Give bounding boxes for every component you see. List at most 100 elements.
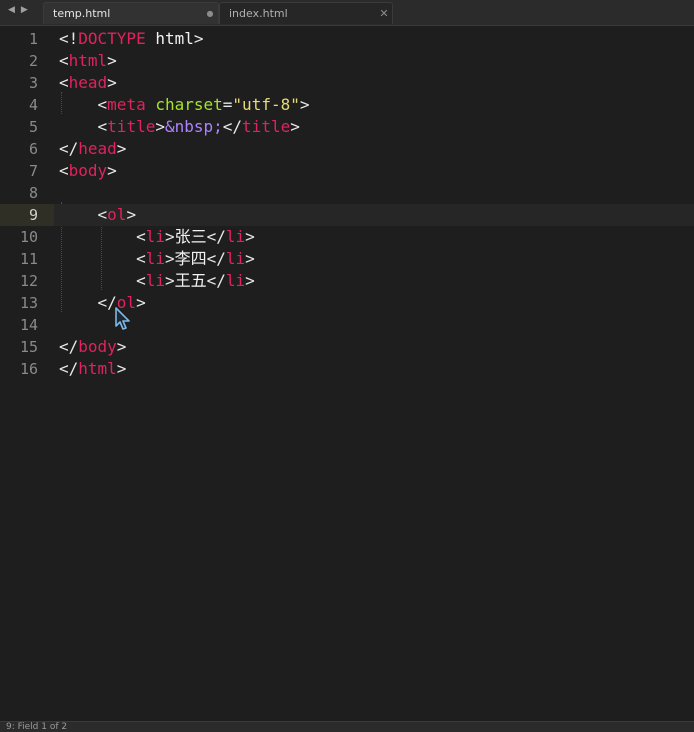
tab-index-html[interactable]: index.html ✕ xyxy=(219,2,393,24)
code-token: </ xyxy=(206,271,226,290)
code-content: <li>张三</li> xyxy=(59,226,255,248)
code-line[interactable]: 3 <head> xyxy=(0,72,694,94)
code-token: > xyxy=(299,95,310,114)
code-content: <li>王五</li> xyxy=(59,270,255,292)
line-number: 14 xyxy=(19,316,38,334)
code-content: <body> xyxy=(59,160,117,182)
tab-label: temp.html xyxy=(53,7,111,20)
line-number: 8 xyxy=(28,184,38,202)
code-token: html xyxy=(78,359,117,378)
code-token: > xyxy=(164,249,175,268)
code-content: <!DOCTYPE html> xyxy=(59,28,204,50)
code-line[interactable]: 1 <!DOCTYPE html> xyxy=(0,28,694,50)
code-token: > xyxy=(245,227,255,246)
code-content: </head> xyxy=(59,138,126,160)
tab-navigation: ◀ ▶ xyxy=(8,5,28,15)
code-content: </ol> xyxy=(59,292,146,314)
code-token: > xyxy=(164,271,175,290)
code-token: </ xyxy=(59,139,79,158)
unsaved-dot-icon[interactable]: ● xyxy=(202,9,218,18)
code-token: body xyxy=(68,161,108,180)
tab-temp-html[interactable]: temp.html ● xyxy=(43,2,219,24)
code-content: <head> xyxy=(59,72,117,94)
code-line[interactable]: 10 <li>张三</li> xyxy=(0,226,694,248)
code-token: = xyxy=(222,95,233,114)
code-token: charset xyxy=(155,95,223,114)
code-token: head xyxy=(68,73,108,92)
code-token: </ xyxy=(206,249,226,268)
status-text: 9: Field 1 of 2 xyxy=(6,722,68,732)
code-token: title xyxy=(107,117,156,136)
code-content: <html> xyxy=(59,50,117,72)
code-token: > xyxy=(116,139,127,158)
scroll-tabs-right-icon[interactable]: ▶ xyxy=(21,5,28,15)
tab-label: index.html xyxy=(229,7,288,20)
line-number: 13 xyxy=(19,294,38,312)
status-bar: 9: Field 1 of 2 xyxy=(0,721,694,732)
code-token: html xyxy=(145,29,194,48)
code-token: </ xyxy=(222,117,243,136)
line-number: 16 xyxy=(19,360,38,378)
code-token: > xyxy=(126,205,137,224)
code-content: <li>李四</li> xyxy=(59,248,255,270)
arrow-cursor-icon xyxy=(115,307,130,330)
code-line[interactable]: 11 <li>李四</li> xyxy=(0,248,694,270)
code-token: body xyxy=(78,337,117,356)
code-token: li xyxy=(225,271,246,290)
code-token: > xyxy=(107,161,117,180)
code-token: < xyxy=(136,271,146,290)
code-token: 李四 xyxy=(174,249,207,268)
editor-window: ◀ ▶ temp.html ● index.html ✕ 1 <!DOCTYPE … xyxy=(0,0,694,732)
code-token: title xyxy=(242,117,291,136)
code-token: </ xyxy=(59,359,79,378)
code-token: < xyxy=(136,249,146,268)
code-token: < xyxy=(97,117,108,136)
code-token: </ xyxy=(206,227,226,246)
code-line[interactable]: 9 <ol> xyxy=(0,204,694,226)
code-token: > xyxy=(193,29,204,48)
code-line[interactable]: 7 <body> xyxy=(0,160,694,182)
code-token: 张三 xyxy=(174,227,207,246)
code-token: ol xyxy=(107,205,127,224)
code-token: > xyxy=(245,249,255,268)
code-line[interactable]: 12 <li>王五</li> xyxy=(0,270,694,292)
code-token: li xyxy=(145,227,165,246)
code-token: < xyxy=(59,73,69,92)
code-line[interactable]: 16 </html> xyxy=(0,358,694,380)
code-token: > xyxy=(155,117,165,136)
code-token: html xyxy=(68,51,108,70)
code-token: > xyxy=(290,117,300,136)
code-token: li xyxy=(225,249,246,268)
code-line[interactable]: 5 <title>&nbsp;</title> xyxy=(0,116,694,138)
code-line[interactable]: 15 </body> xyxy=(0,336,694,358)
scroll-tabs-left-icon[interactable]: ◀ xyxy=(8,5,15,15)
close-tab-icon[interactable]: ✕ xyxy=(376,7,392,20)
code-token: < xyxy=(97,205,108,224)
code-line[interactable]: 4 <meta charset="utf-8"> xyxy=(0,94,694,116)
code-token: 王五 xyxy=(174,271,207,290)
code-line[interactable]: 13 </ol> xyxy=(0,292,694,314)
code-content: </html> xyxy=(59,358,126,380)
code-token: li xyxy=(145,249,165,268)
line-number: 3 xyxy=(28,74,38,92)
code-content: <meta charset="utf-8"> xyxy=(59,94,310,116)
code-token: < xyxy=(59,51,69,70)
code-line[interactable]: 6 </head> xyxy=(0,138,694,160)
code-line[interactable]: 2 <html> xyxy=(0,50,694,72)
code-editor[interactable]: 1 <!DOCTYPE html> 2 <html> 3 <head> 4 <meta ch… xyxy=(0,26,694,721)
code-token: li xyxy=(225,227,246,246)
code-token: < xyxy=(59,161,69,180)
code-line[interactable]: 14 xyxy=(0,314,694,336)
line-number: 4 xyxy=(28,96,38,114)
line-number: 7 xyxy=(28,162,38,180)
code-line[interactable]: 8 xyxy=(0,182,694,204)
code-content: </body> xyxy=(59,336,126,358)
code-token: > xyxy=(136,293,146,312)
code-token: &nbsp; xyxy=(164,117,223,136)
